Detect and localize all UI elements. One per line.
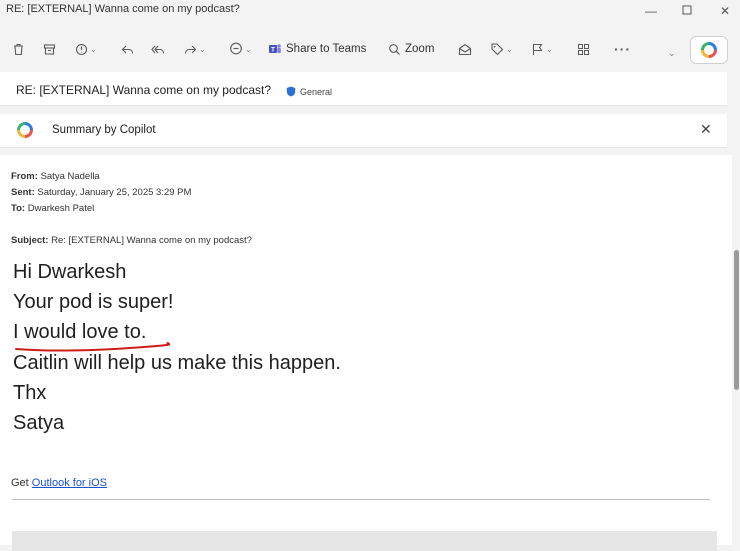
tag-button[interactable]: ⌄: [490, 38, 513, 60]
footer-prefix: Get: [11, 477, 32, 489]
report-button[interactable]: ⌄: [74, 38, 97, 60]
report-icon: [74, 42, 88, 56]
sensitivity-label-text: General: [300, 86, 333, 97]
tag-icon: [490, 42, 504, 56]
body-line: Thx: [13, 382, 47, 404]
archive-button[interactable]: [42, 38, 56, 60]
from-value: Satya Nadella: [40, 171, 100, 182]
svg-text:T: T: [271, 47, 275, 54]
chat-icon: [229, 42, 243, 56]
chevron-down-icon[interactable]: ⌄: [506, 45, 513, 54]
maximize-icon: [682, 5, 692, 15]
chevron-down-icon[interactable]: ⌄: [245, 45, 252, 54]
subject-header: RE: [EXTERNAL] Wanna come on my podcast?…: [0, 72, 727, 106]
body-line: Satya: [13, 412, 65, 434]
sensitivity-label[interactable]: General: [286, 86, 332, 97]
mark-read-button[interactable]: [458, 38, 472, 60]
chevron-down-icon[interactable]: ⌄: [668, 48, 676, 59]
window-title: RE: [EXTERNAL] Wanna come on my podcast?: [6, 3, 240, 15]
more-options-button[interactable]: ···: [614, 38, 631, 60]
teams-chat-button[interactable]: ⌄: [229, 38, 252, 60]
title-bar: RE: [EXTERNAL] Wanna come on my podcast?…: [0, 0, 740, 22]
body-line: Caitlin will help us make this happen.: [13, 352, 341, 374]
zoom-icon: [387, 42, 401, 56]
quoted-message-preview: [12, 531, 717, 551]
scrollbar-thumb[interactable]: [734, 250, 739, 390]
message-body: From: Satya Nadella Sent: Saturday, Janu…: [0, 155, 732, 551]
sent-value: Saturday, January 25, 2025 3:29 PM: [37, 187, 192, 198]
chevron-down-icon[interactable]: ⌄: [199, 45, 206, 54]
signature-footer: Get Outlook for iOS: [11, 477, 107, 489]
reply-all-button[interactable]: [151, 38, 165, 60]
copilot-button[interactable]: [690, 36, 728, 64]
divider: [12, 499, 710, 500]
copilot-icon: [17, 122, 33, 143]
email-subject: RE: [EXTERNAL] Wanna come on my podcast?: [16, 83, 271, 97]
apps-button[interactable]: [576, 38, 590, 60]
chevron-down-icon[interactable]: ⌄: [546, 45, 553, 54]
reply-all-icon: [151, 42, 165, 56]
copilot-summary-bar[interactable]: Summary by Copilot ✕: [0, 114, 727, 148]
chevron-down-icon[interactable]: ⌄: [90, 45, 97, 54]
copilot-icon: [701, 42, 717, 58]
close-window-button[interactable]: ✕: [715, 2, 735, 20]
forward-icon: [183, 42, 197, 56]
toolbar: ⌄ ⌄ ⌄ T Share to Teams Zoom ⌄ ⌄ ···: [0, 30, 728, 68]
zoom-label: Zoom: [405, 43, 435, 55]
body-line: Hi Dwarkesh: [13, 261, 127, 283]
subject-line: Subject: Re: [EXTERNAL] Wanna come on my…: [11, 235, 252, 246]
flag-button[interactable]: ⌄: [530, 38, 553, 60]
sent-line: Sent: Saturday, January 25, 2025 3:29 PM: [11, 187, 191, 198]
body-line: Your pod is super!: [13, 291, 174, 313]
from-line: From: Satya Nadella: [11, 171, 100, 182]
subject-value: Re: [EXTERNAL] Wanna come on my podcast?: [51, 235, 252, 246]
to-line: To: Dwarkesh Patel: [11, 203, 94, 214]
outlook-for-ios-link[interactable]: Outlook for iOS: [32, 477, 107, 489]
sent-label: Sent:: [11, 187, 35, 198]
delete-button[interactable]: [11, 38, 25, 60]
apps-grid-icon: [576, 42, 590, 56]
subject-label: Subject:: [11, 235, 49, 246]
zoom-button[interactable]: Zoom: [387, 38, 434, 60]
to-label: To:: [11, 203, 26, 214]
to-value: Dwarkesh Patel: [27, 203, 95, 214]
maximize-button[interactable]: [677, 2, 697, 20]
reply-icon: [120, 42, 134, 56]
scrollbar[interactable]: [732, 155, 740, 545]
teams-icon: T: [268, 42, 282, 56]
from-label: From:: [11, 171, 38, 182]
archive-icon: [42, 42, 56, 56]
trash-icon: [11, 42, 25, 56]
reply-button[interactable]: [120, 38, 134, 60]
close-icon[interactable]: ✕: [700, 121, 712, 138]
shield-icon: [286, 86, 296, 97]
share-to-teams-button[interactable]: T Share to Teams: [268, 38, 366, 60]
forward-button[interactable]: ⌄: [183, 38, 206, 60]
share-to-teams-label: Share to Teams: [286, 43, 367, 55]
envelope-open-icon: [458, 42, 472, 56]
copilot-summary-label: Summary by Copilot: [52, 124, 156, 136]
flag-icon: [530, 42, 544, 56]
minimize-button[interactable]: —: [641, 2, 661, 20]
